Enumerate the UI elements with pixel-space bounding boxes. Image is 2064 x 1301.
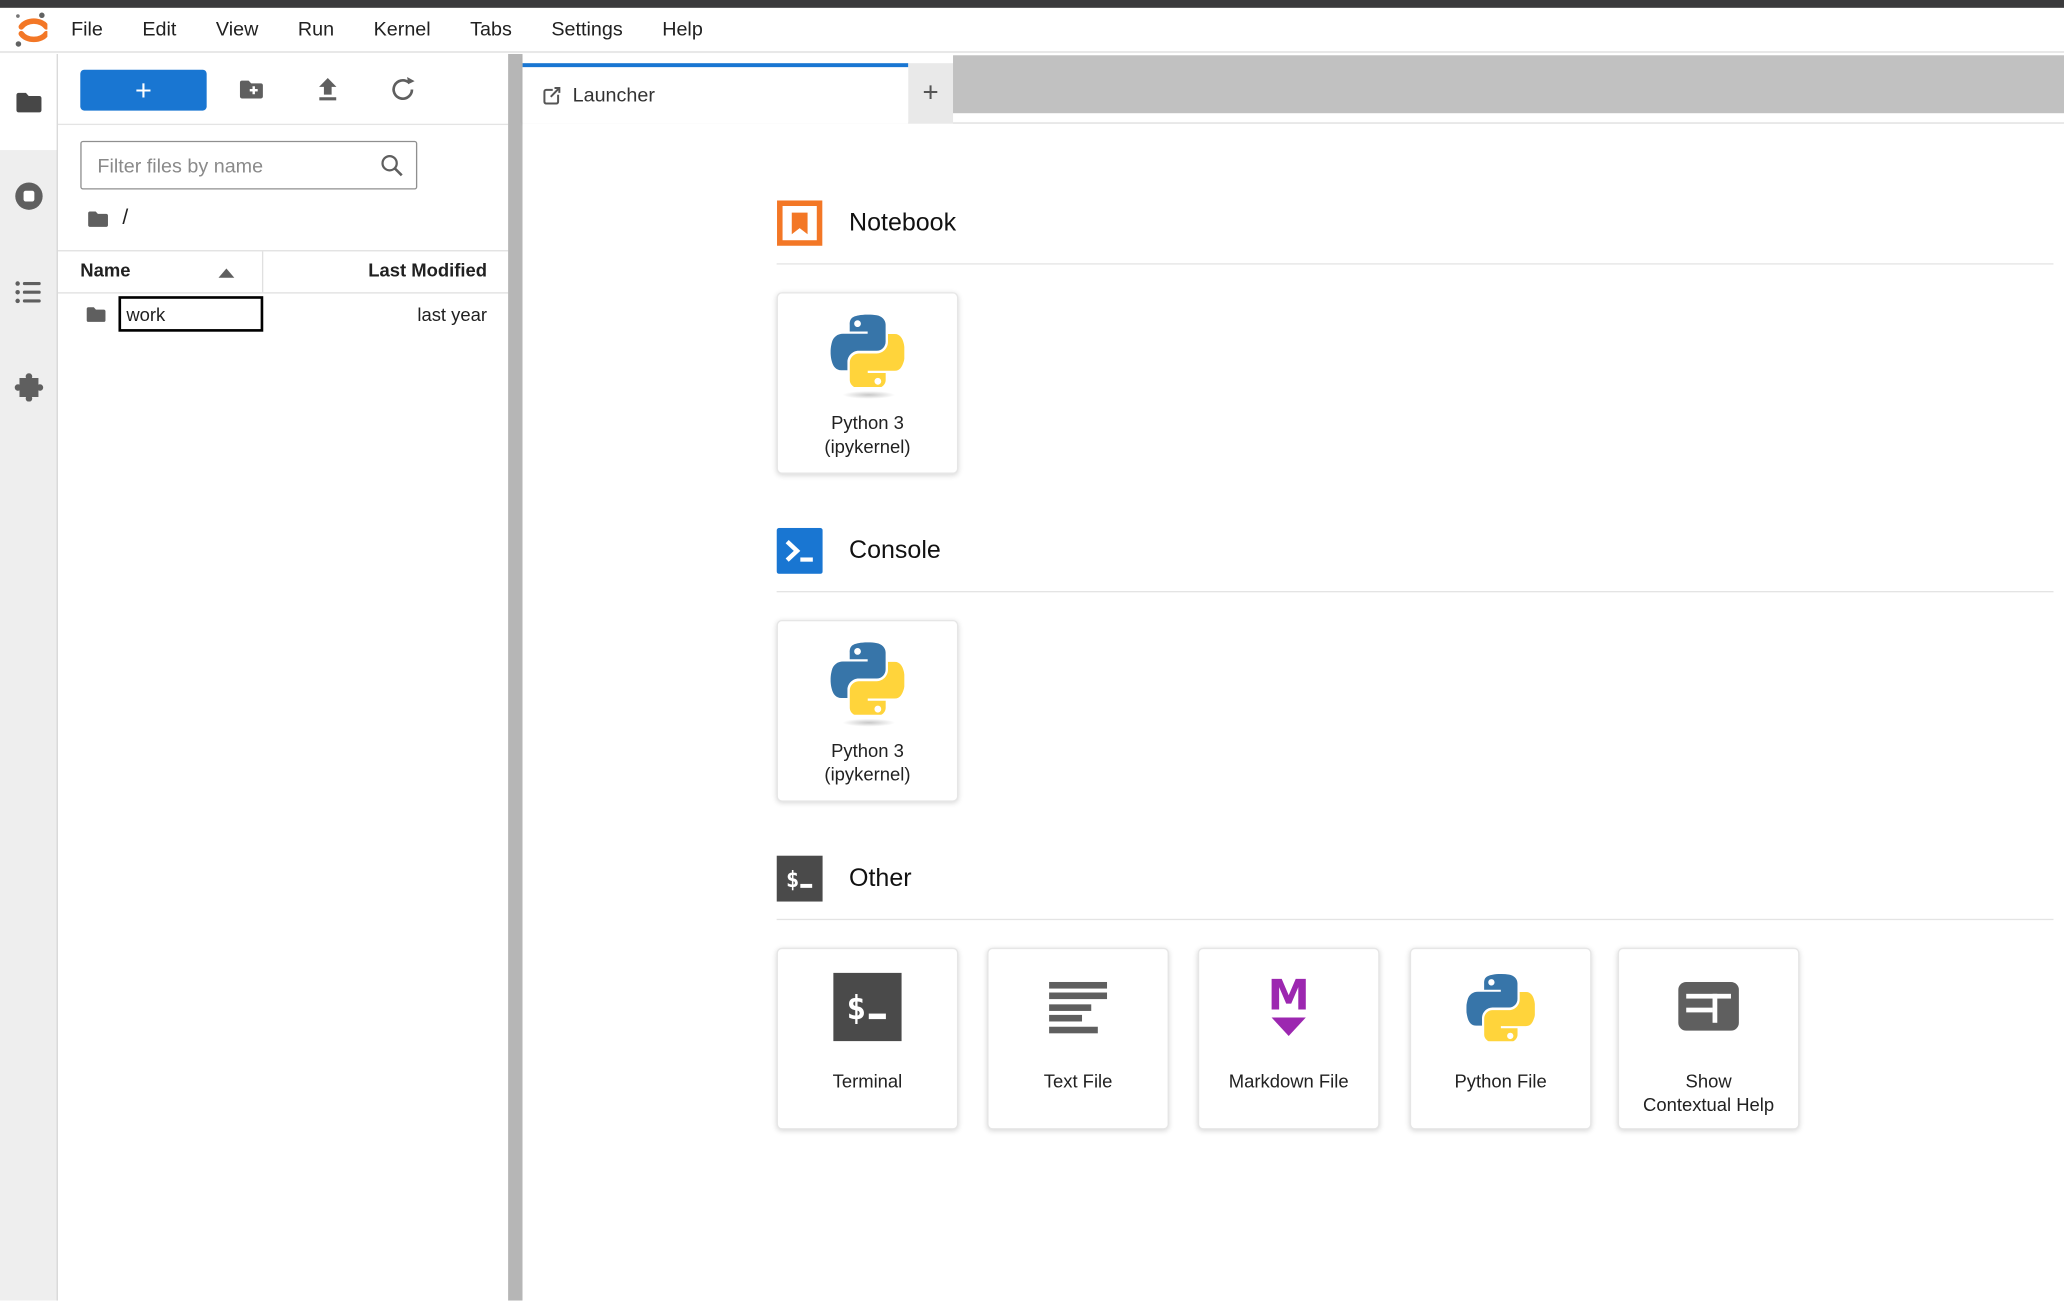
file-listing-header: Name Last Modified	[57, 250, 509, 294]
column-header-name[interactable]: Name	[80, 259, 130, 280]
section-header-notebook: Notebook	[777, 200, 956, 246]
column-divider	[261, 251, 264, 293]
python-logo-icon	[778, 312, 957, 388]
extension-manager-icon[interactable]	[13, 370, 45, 402]
card-label: Text File	[1043, 1070, 1113, 1092]
launcher-card-show-contextual-help[interactable]: Show Contextual Help	[1617, 947, 1800, 1130]
menu-view[interactable]: View	[196, 7, 278, 52]
breadcrumb-root: /	[122, 206, 129, 230]
logo-shadow	[842, 718, 896, 727]
file-browser-icon[interactable]	[13, 87, 45, 119]
launcher-card-markdown-file[interactable]: M Markdown File	[1197, 947, 1380, 1130]
menu-bar: File Edit View Run Kernel Tabs Settings …	[0, 7, 2064, 53]
svg-text:$: $	[786, 867, 799, 893]
markdown-icon: M	[1199, 973, 1378, 1041]
section-title-console: Console	[849, 536, 941, 565]
dock-tab-bar: Launcher +	[522, 53, 2064, 124]
launcher-card-console-python3[interactable]: Python 3 (ipykernel)	[776, 619, 959, 802]
menu-help[interactable]: Help	[642, 7, 722, 52]
card-label: Markdown File	[1228, 1070, 1349, 1092]
contextual-help-icon	[1619, 973, 1798, 1041]
menu-edit[interactable]: Edit	[123, 7, 197, 52]
section-divider	[776, 918, 2054, 921]
menu-kernel[interactable]: Kernel	[354, 7, 451, 52]
section-title-notebook: Notebook	[849, 208, 957, 237]
launcher-tab-icon	[543, 86, 561, 105]
tab-launcher[interactable]: Launcher	[522, 63, 909, 124]
breadcrumb-home-folder-icon[interactable]	[86, 206, 111, 231]
upload-icon[interactable]	[313, 75, 342, 104]
launcher-card-notebook-python3[interactable]: Python 3 (ipykernel)	[776, 292, 959, 474]
launcher-card-terminal[interactable]: $ Terminal	[776, 947, 959, 1130]
card-label: Python 3 (ipykernel)	[824, 739, 911, 785]
python-logo-icon	[778, 640, 957, 716]
breadcrumb: /	[86, 205, 129, 231]
new-folder-icon[interactable]	[237, 75, 266, 104]
main-dock-area: Launcher + Notebook Python 3 (ipykernel)…	[522, 53, 2064, 1301]
jupyter-logo-icon	[15, 12, 48, 47]
python-logo-icon	[1411, 973, 1590, 1042]
menu-tabs[interactable]: Tabs	[450, 7, 531, 52]
tab-bar-empty-space	[953, 55, 2064, 114]
section-divider	[776, 263, 2054, 265]
folder-icon	[86, 307, 106, 322]
notebook-icon	[777, 200, 823, 246]
section-header-console: Console	[776, 527, 941, 574]
filter-files-input[interactable]	[94, 147, 377, 186]
file-browser-toolbar: +	[57, 54, 509, 126]
file-last-modified: last year	[417, 304, 488, 326]
menu-file[interactable]: File	[51, 7, 122, 52]
svg-text:$: $	[846, 988, 866, 1027]
card-label: Terminal	[832, 1070, 903, 1092]
card-label: Python 3 (ipykernel)	[824, 412, 911, 457]
column-header-last-modified[interactable]: Last Modified	[368, 259, 487, 280]
launcher-card-python-file[interactable]: Python File	[1409, 947, 1592, 1130]
card-label: Python File	[1454, 1070, 1547, 1092]
new-tab-button[interactable]: +	[908, 63, 954, 124]
refresh-icon[interactable]	[388, 75, 417, 104]
launcher-panel: Notebook Python 3 (ipykernel) Console Py…	[522, 123, 2064, 1301]
menu-run[interactable]: Run	[278, 7, 354, 52]
filter-files-box	[80, 140, 418, 190]
file-row-work[interactable]: last year	[58, 294, 508, 341]
launcher-card-text-file[interactable]: Text File	[987, 947, 1169, 1130]
card-label: Show Contextual Help	[1643, 1070, 1775, 1115]
text-file-icon	[989, 973, 1168, 1041]
table-of-contents-icon[interactable]	[13, 276, 45, 308]
new-launcher-button[interactable]: +	[80, 69, 207, 111]
panel-divider[interactable]	[508, 53, 523, 1301]
file-browser-panel: + /	[57, 53, 509, 1301]
section-header-other: $ Other	[776, 855, 912, 902]
logo-shadow	[842, 390, 896, 399]
rename-input[interactable]	[118, 296, 264, 332]
tab-launcher-label: Launcher	[572, 84, 655, 107]
left-activity-bar	[0, 53, 58, 1301]
search-icon	[381, 154, 403, 177]
terminal-icon: $	[776, 855, 823, 902]
terminal-icon: $	[778, 972, 957, 1042]
running-sessions-icon[interactable]	[13, 180, 45, 212]
menu-settings[interactable]: Settings	[532, 7, 643, 52]
jupyterlab-window: File Edit View Run Kernel Tabs Settings …	[0, 0, 2064, 1301]
console-icon	[776, 527, 823, 574]
section-divider	[776, 591, 2054, 593]
sort-ascending-icon	[218, 268, 235, 278]
section-title-other: Other	[849, 864, 912, 892]
